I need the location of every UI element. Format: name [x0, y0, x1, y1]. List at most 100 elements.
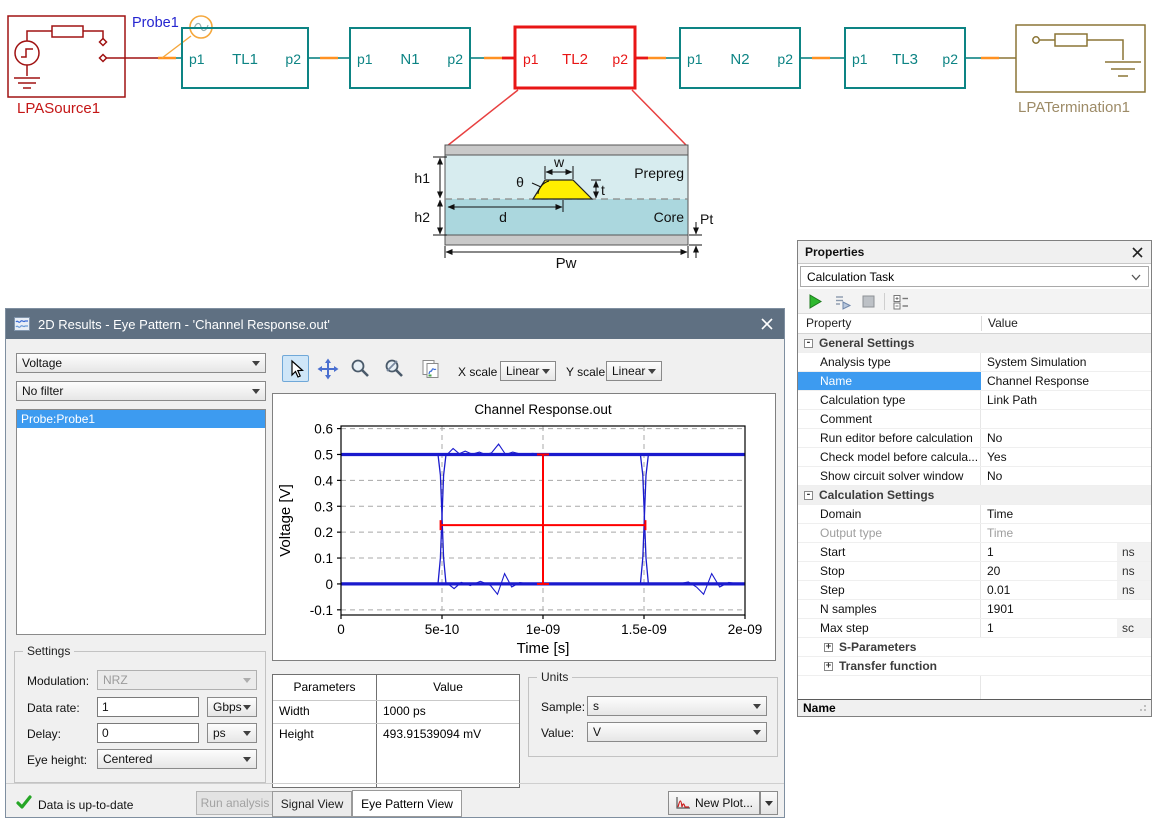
- expand-icon[interactable]: +: [824, 662, 833, 671]
- property-label: Comment: [798, 410, 981, 428]
- block-TL1[interactable]: p1 TL1 p2: [182, 28, 308, 88]
- property-label: Calculation type: [798, 391, 981, 409]
- block-N1[interactable]: p1 N1 p2: [350, 28, 470, 88]
- param-height-value: 493.91539094 mV: [383, 723, 481, 745]
- sample-unit-combo[interactable]: s: [587, 696, 767, 716]
- zoom-tool-button[interactable]: [346, 355, 373, 382]
- tab-signal-view[interactable]: Signal View: [272, 791, 352, 817]
- property-value[interactable]: Time: [981, 505, 1151, 523]
- delay-label: Delay:: [27, 727, 61, 741]
- property-label: Analysis type: [798, 353, 981, 371]
- block-TL3[interactable]: p1 TL3 p2: [845, 28, 965, 88]
- property-value[interactable]: Time: [981, 524, 1151, 542]
- property-subgroup-row[interactable]: + S-Parameters: [798, 638, 1151, 657]
- property-row[interactable]: Check model before calcula...Yes: [798, 448, 1151, 467]
- chevron-down-icon: [243, 757, 251, 762]
- property-value[interactable]: 1: [981, 619, 1117, 637]
- new-plot-dropdown-button[interactable]: [760, 791, 778, 815]
- group-label: S-Parameters: [839, 640, 916, 654]
- resize-grip-icon[interactable]: [1137, 704, 1147, 714]
- data-rate-unit-combo[interactable]: Gbps: [207, 697, 257, 717]
- svg-text:p2: p2: [612, 51, 628, 67]
- collapse-icon[interactable]: -: [804, 339, 813, 348]
- property-row[interactable]: Run editor before calculationNo: [798, 429, 1151, 448]
- property-value[interactable]: 1901: [981, 600, 1151, 618]
- list-item-signal[interactable]: Probe:Probe1: [17, 410, 265, 428]
- delay-input[interactable]: [97, 723, 199, 743]
- svg-text:-0.1: -0.1: [310, 603, 333, 618]
- task-selector-combo[interactable]: Calculation Task: [800, 266, 1149, 287]
- chevron-down-icon: [765, 801, 773, 806]
- pan-tool-button[interactable]: [314, 355, 341, 382]
- property-group-row[interactable]: -General Settings: [798, 334, 1151, 353]
- param-height-label: Height: [279, 723, 314, 745]
- new-plot-button[interactable]: New Plot...: [668, 791, 760, 815]
- filter-combo[interactable]: No filter: [16, 381, 266, 401]
- param-width-label: Width: [279, 700, 310, 722]
- property-row[interactable]: DomainTime: [798, 505, 1151, 524]
- property-row[interactable]: N samples1901: [798, 600, 1151, 619]
- property-row[interactable]: Calculation typeLink Path: [798, 391, 1151, 410]
- property-row[interactable]: Output typeTime: [798, 524, 1151, 543]
- delay-unit-combo[interactable]: ps: [207, 723, 257, 743]
- block-TL2-selected[interactable]: p1 TL2 p2: [515, 27, 635, 88]
- zoom-range-tool-button[interactable]: [380, 355, 407, 382]
- expand-icon[interactable]: +: [824, 643, 833, 652]
- y-scale-label: Y scale: [566, 365, 605, 379]
- termination-block[interactable]: [1016, 25, 1145, 92]
- signal-type-combo[interactable]: Voltage: [16, 353, 266, 373]
- export-plot-button[interactable]: [416, 355, 443, 382]
- modulation-value: NRZ: [103, 673, 128, 687]
- properties-column-header: Property Value: [798, 314, 1151, 334]
- property-row[interactable]: Comment: [798, 410, 1151, 429]
- property-row[interactable]: Max step1sc: [798, 619, 1151, 638]
- select-tool-button[interactable]: [282, 355, 309, 382]
- results-window-titlebar[interactable]: 2D Results - Eye Pattern - 'Channel Resp…: [6, 309, 784, 339]
- value-col-header: Value: [377, 675, 519, 700]
- property-row[interactable]: Step0.01ns: [798, 581, 1151, 600]
- settings-group: Settings Modulation: NRZ Data rate: Gbps…: [14, 651, 266, 783]
- stop-task-icon[interactable]: [860, 293, 877, 310]
- property-row[interactable]: Stop20ns: [798, 562, 1151, 581]
- x-scale-combo[interactable]: Linear: [500, 361, 556, 381]
- group-label: Calculation Settings: [819, 488, 934, 502]
- collapse-icon[interactable]: -: [804, 491, 813, 500]
- run-analysis-button[interactable]: Run analysis: [196, 791, 274, 815]
- property-label: N samples: [798, 600, 981, 618]
- property-row[interactable]: Show circuit solver windowNo: [798, 467, 1151, 486]
- close-icon[interactable]: [760, 317, 774, 331]
- property-label: Start: [798, 543, 981, 561]
- property-value[interactable]: No: [981, 467, 1151, 485]
- property-value[interactable]: [981, 410, 1151, 428]
- property-value[interactable]: 20: [981, 562, 1117, 580]
- chevron-down-icon: [252, 389, 260, 394]
- eye-height-combo[interactable]: Centered: [97, 749, 257, 769]
- property-subgroup-row[interactable]: +Transfer function: [798, 657, 1151, 676]
- property-row[interactable]: Analysis typeSystem Simulation: [798, 353, 1151, 372]
- value-unit-combo[interactable]: V: [587, 722, 767, 742]
- y-scale-combo[interactable]: Linear: [606, 361, 662, 381]
- property-value[interactable]: 0.01: [981, 581, 1117, 599]
- property-value[interactable]: 1: [981, 543, 1117, 561]
- signal-list[interactable]: Probe:Probe1: [16, 409, 266, 635]
- property-value[interactable]: Yes: [981, 448, 1151, 466]
- property-row[interactable]: Start1ns: [798, 543, 1151, 562]
- property-group-row[interactable]: -Calculation Settings: [798, 486, 1151, 505]
- property-value[interactable]: No: [981, 429, 1151, 447]
- close-icon[interactable]: [1132, 247, 1143, 258]
- run-selected-icon[interactable]: [834, 293, 852, 310]
- data-rate-input[interactable]: [97, 697, 199, 717]
- property-row[interactable]: NameChannel Response: [798, 372, 1151, 391]
- svg-text:1.5e-09: 1.5e-09: [621, 622, 667, 637]
- run-task-icon[interactable]: [807, 293, 824, 310]
- property-value[interactable]: Link Path: [981, 391, 1151, 409]
- dim-theta: θ: [516, 174, 524, 190]
- block-N2[interactable]: p1 N2 p2: [680, 28, 800, 88]
- parameter-list-icon[interactable]: [892, 293, 910, 310]
- property-value[interactable]: System Simulation: [981, 353, 1151, 371]
- properties-header[interactable]: Properties: [798, 241, 1151, 264]
- value-unit-value: V: [593, 725, 601, 739]
- tab-eye-pattern-view[interactable]: Eye Pattern View: [352, 790, 462, 817]
- property-value[interactable]: Channel Response: [981, 372, 1151, 390]
- source-block[interactable]: [8, 16, 125, 97]
